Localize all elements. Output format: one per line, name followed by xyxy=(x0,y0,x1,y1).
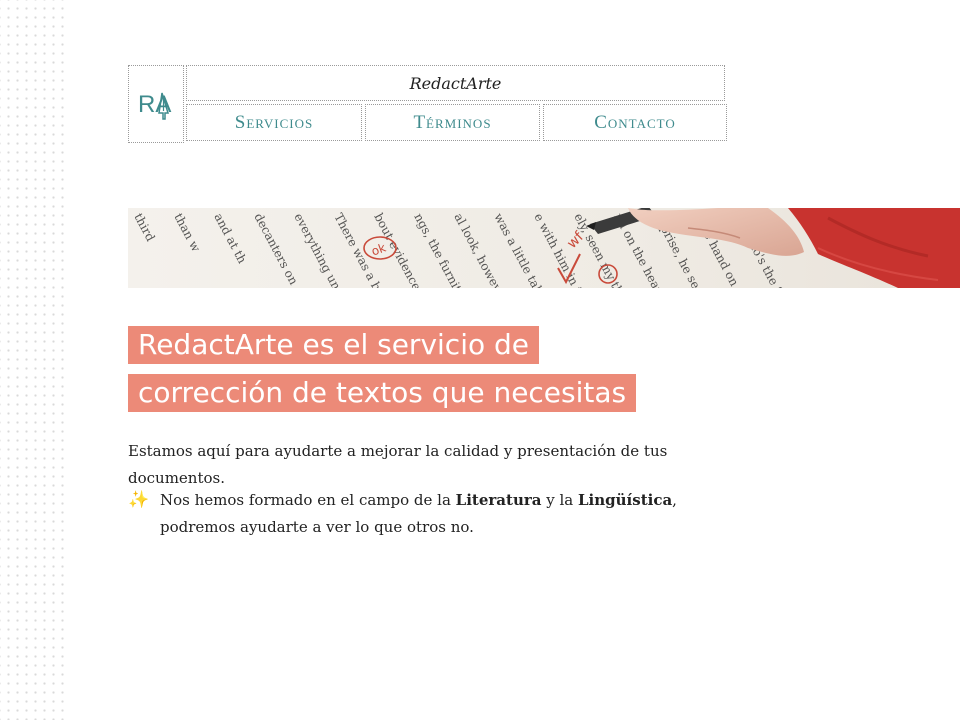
term-linguistica: Lingüística xyxy=(578,491,673,509)
headline-line-1: RedactArte es el servicio de xyxy=(128,326,540,364)
bullet-prefix: Nos hemos formado en el campo de la xyxy=(160,491,456,509)
site-logo[interactable]: RA xyxy=(128,65,184,143)
headline-line-2: corrección de textos que necesitas xyxy=(128,374,637,412)
nav-contacto[interactable]: Contacto xyxy=(543,104,727,141)
sparkles-icon: ✨ xyxy=(128,490,150,510)
intro-paragraph: Estamos aquí para ayudarte a mejorar la … xyxy=(128,442,668,487)
pen-nib-logo-icon: RA xyxy=(138,91,171,120)
bullet-mid: y la xyxy=(541,491,578,509)
nav-terminos[interactable]: Términos xyxy=(365,104,540,141)
nav-servicios[interactable]: Servicios xyxy=(186,104,362,141)
hero-banner-image: third than w and at th decanters on everythi… xyxy=(128,208,960,288)
site-header: RA RedactArte Servicios Términos Contact… xyxy=(128,65,727,143)
hero-headline: RedactArte es el servicio de corrección … xyxy=(128,323,748,419)
logo-text: RA xyxy=(138,91,171,118)
feature-bullet: ✨ Nos hemos formado en el campo de la Li… xyxy=(128,487,728,541)
site-title[interactable]: RedactArte xyxy=(186,65,725,101)
bullet-text: Nos hemos formado en el campo de la Lite… xyxy=(160,487,728,541)
term-literatura: Literatura xyxy=(455,491,542,509)
dotted-background-pattern xyxy=(0,0,64,720)
proofreading-photo: third than w and at th decanters oneverythi… xyxy=(128,208,960,288)
